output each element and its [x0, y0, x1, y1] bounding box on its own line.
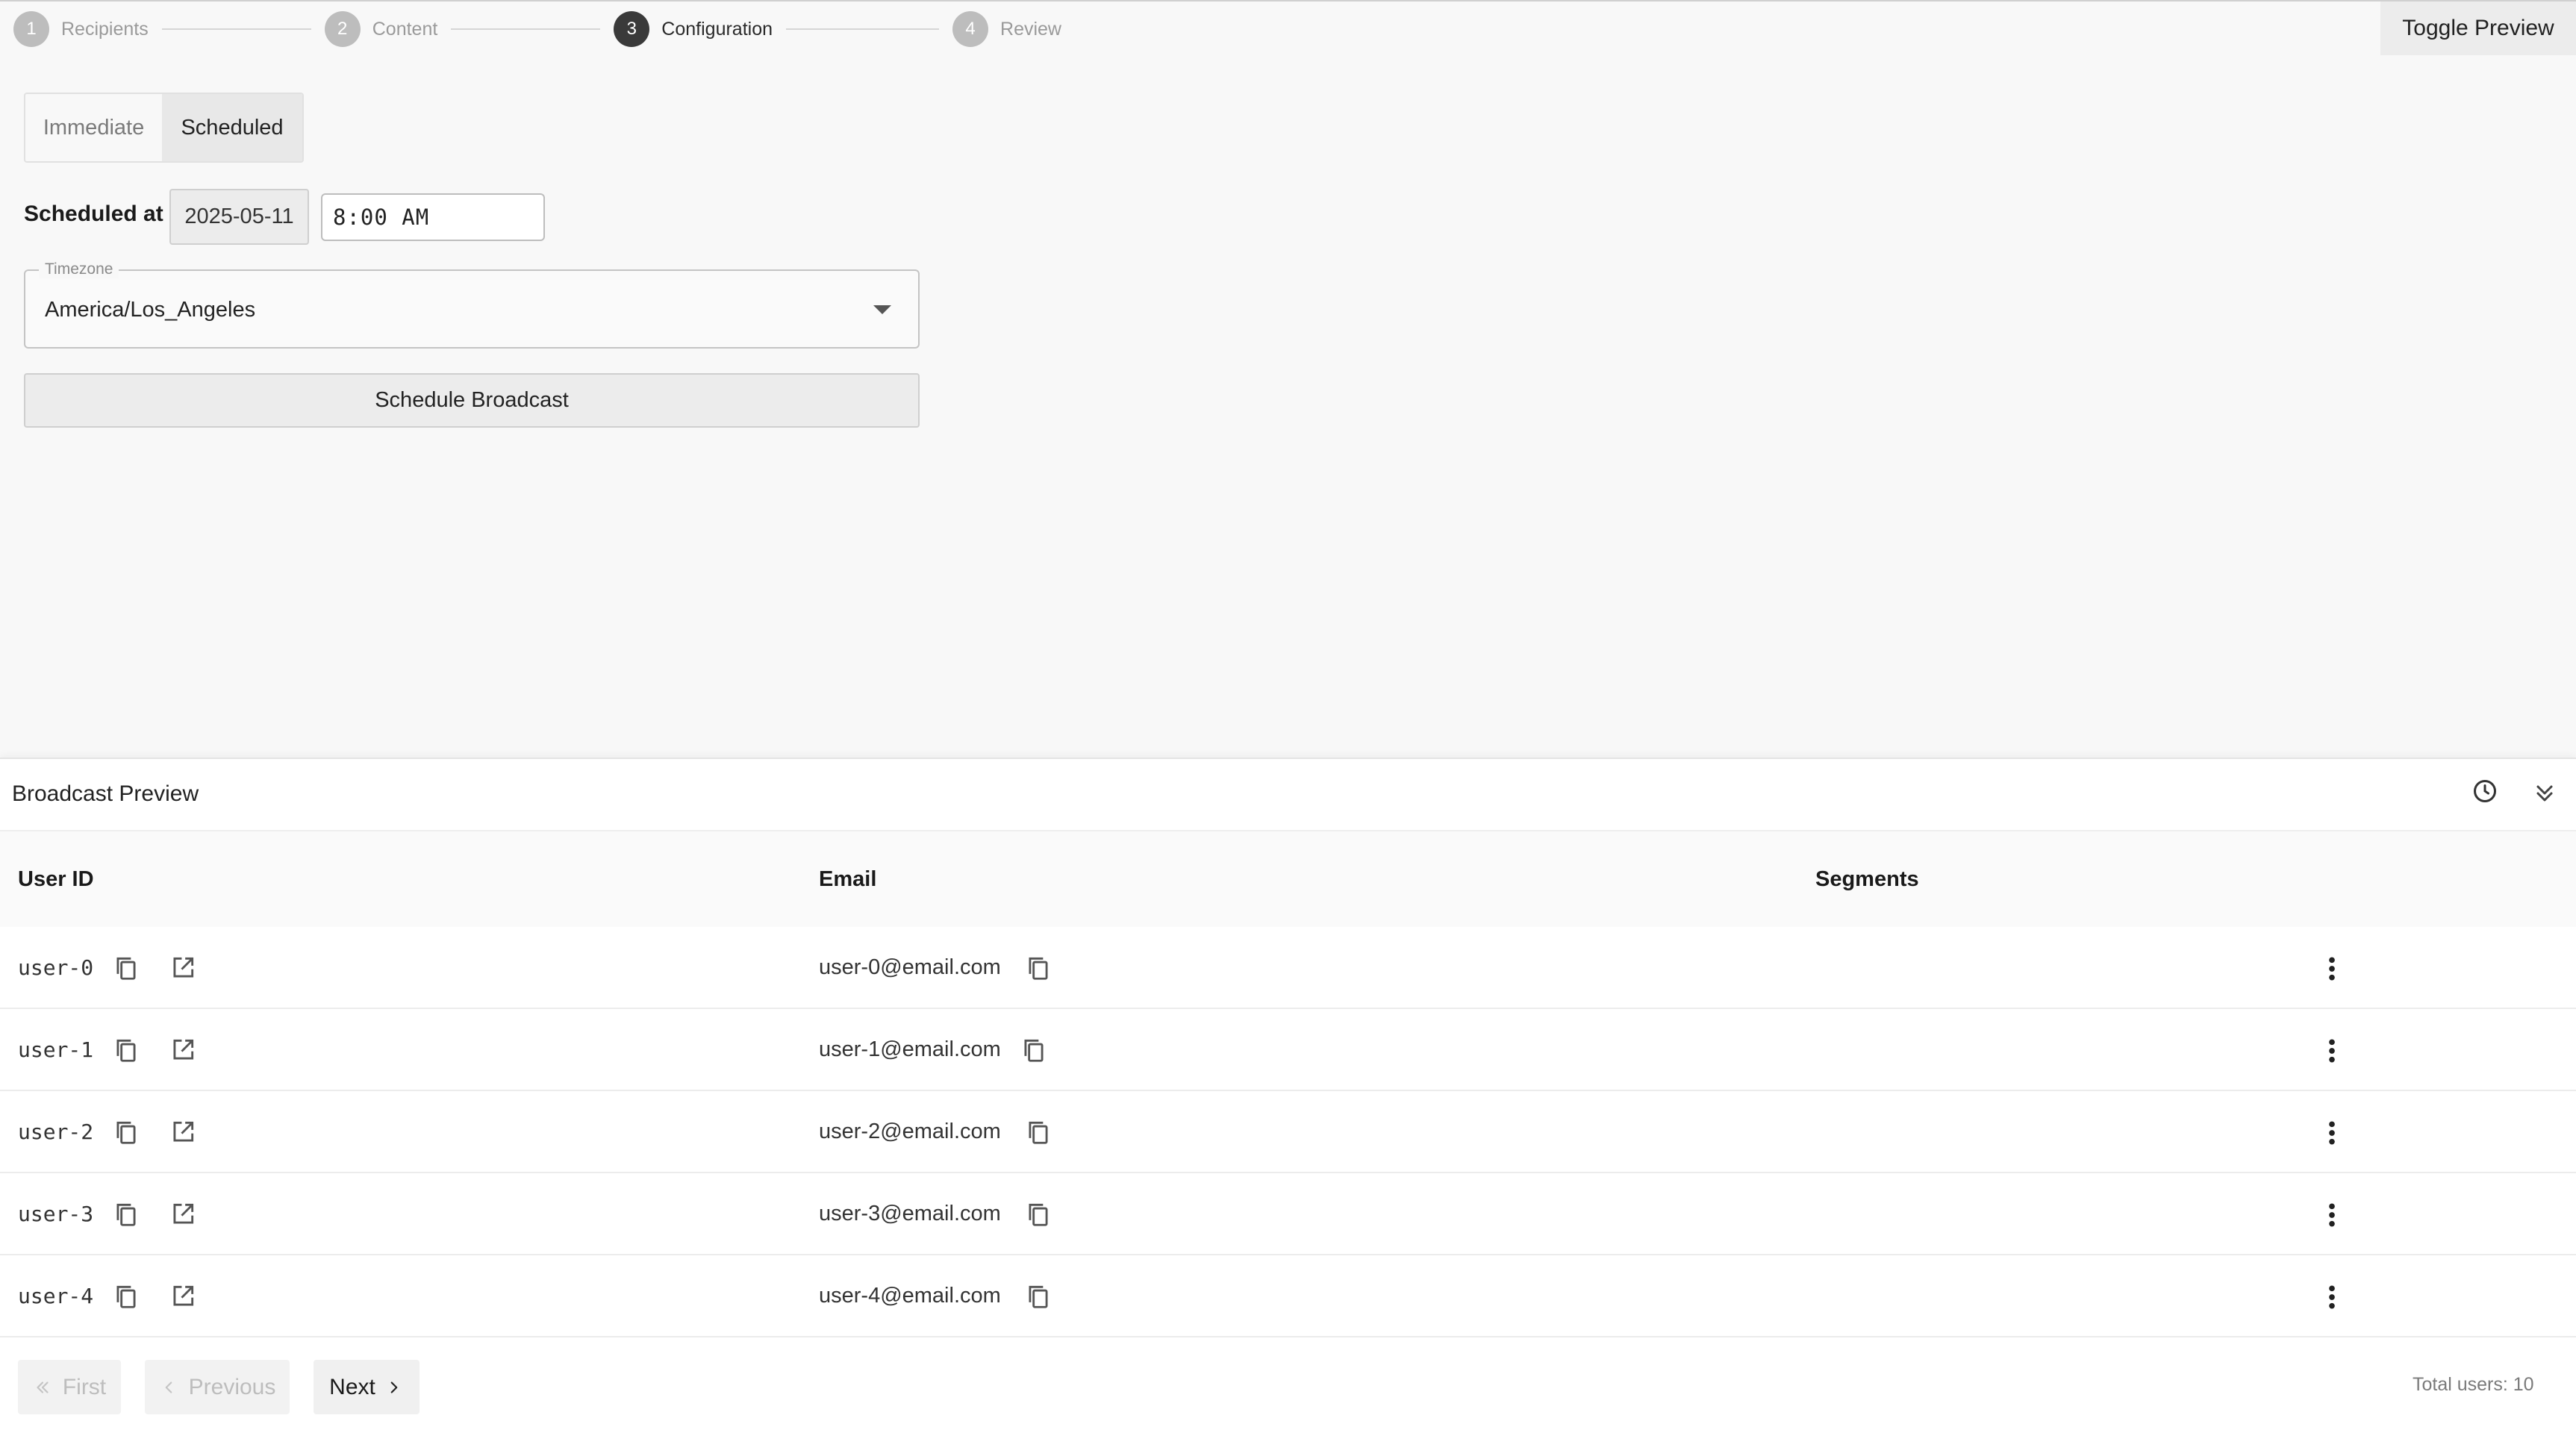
more-vert-icon[interactable]	[2321, 1036, 2342, 1066]
column-header-email[interactable]: Email	[819, 867, 876, 892]
caret-down-icon	[873, 305, 891, 314]
tab-immediate[interactable]: Immediate	[25, 94, 162, 161]
schedule-time-input[interactable]: 8:00 AM	[321, 193, 545, 241]
open-in-new-icon[interactable]	[169, 1036, 197, 1064]
column-header-user-id[interactable]: User ID	[18, 867, 94, 892]
open-in-new-icon[interactable]	[169, 954, 197, 982]
copy-icon[interactable]	[112, 954, 140, 982]
table-header: User ID Email Segments	[0, 830, 2576, 928]
broadcast-config-page: 1 Recipients 2 Content 3 Configuration 4…	[0, 0, 2576, 1430]
chevron-double-down-icon[interactable]	[2531, 780, 2558, 807]
first-page-button[interactable]: First	[18, 1360, 121, 1414]
toggle-preview-button[interactable]: Toggle Preview	[2380, 1, 2576, 55]
scheduled-at-label: Scheduled at	[24, 202, 163, 226]
step-number: 4	[952, 11, 989, 47]
open-in-new-icon[interactable]	[169, 1200, 197, 1228]
open-in-new-icon[interactable]	[169, 1282, 197, 1311]
step-number: 3	[614, 11, 650, 47]
column-header-segments[interactable]: Segments	[1815, 867, 1919, 892]
user-id-cell: user-3	[18, 1202, 94, 1226]
step-configuration[interactable]: 3 Configuration	[614, 11, 773, 47]
email-cell: user-3@email.com	[819, 1202, 1001, 1226]
first-label: First	[62, 1374, 107, 1399]
more-vert-icon[interactable]	[2321, 1200, 2342, 1230]
email-cell: user-4@email.com	[819, 1284, 1001, 1308]
preview-title: Broadcast Preview	[12, 781, 199, 806]
step-label: Configuration	[661, 18, 773, 40]
timezone-value: America/Los_Angeles	[45, 298, 256, 322]
email-cell: user-0@email.com	[819, 955, 1001, 979]
copy-icon[interactable]	[112, 1282, 140, 1311]
top-border	[0, 0, 2576, 1]
previous-label: Previous	[188, 1374, 276, 1399]
user-id-cell: user-1	[18, 1037, 94, 1062]
copy-icon[interactable]	[112, 1118, 140, 1146]
step-review[interactable]: 4 Review	[952, 11, 1061, 47]
step-recipients[interactable]: 1 Recipients	[13, 11, 149, 47]
chevron-left-icon	[165, 1381, 172, 1393]
copy-icon[interactable]	[1024, 1200, 1052, 1228]
step-number: 2	[324, 11, 361, 47]
copy-icon[interactable]	[1024, 954, 1052, 982]
step-label: Recipients	[61, 18, 149, 40]
step-number: 1	[13, 11, 49, 47]
more-vert-icon[interactable]	[2321, 954, 2342, 984]
previous-page-button[interactable]: Previous	[145, 1360, 290, 1414]
user-id-cell: user-0	[18, 955, 94, 980]
history-icon[interactable]	[2471, 778, 2498, 805]
next-label: Next	[329, 1374, 375, 1399]
user-id-cell: user-2	[18, 1120, 94, 1144]
table-row: user-4 user-4@email.com	[0, 1255, 2576, 1337]
table-row: user-2 user-2@email.com	[0, 1091, 2576, 1173]
step-connector	[161, 28, 311, 30]
copy-icon[interactable]	[1020, 1036, 1048, 1064]
stepper: 1 Recipients 2 Content 3 Configuration 4…	[13, 10, 1061, 48]
total-users: Total users: 10	[2413, 1374, 2534, 1395]
more-vert-icon[interactable]	[2321, 1282, 2342, 1312]
step-connector	[786, 28, 940, 30]
chevron-double-left-icon	[37, 1381, 49, 1393]
open-in-new-icon[interactable]	[169, 1118, 197, 1146]
tab-scheduled[interactable]: Scheduled	[162, 94, 302, 161]
more-vert-icon[interactable]	[2321, 1118, 2342, 1148]
table-row: user-3 user-3@email.com	[0, 1173, 2576, 1255]
schedule-date-input[interactable]: 2025-05-11	[169, 189, 309, 245]
copy-icon[interactable]	[112, 1036, 140, 1064]
step-content[interactable]: 2 Content	[324, 11, 438, 47]
table-row: user-0 user-0@email.com	[0, 927, 2576, 1009]
next-page-button[interactable]: Next	[314, 1360, 420, 1414]
user-id-cell: user-4	[18, 1284, 94, 1308]
email-cell: user-2@email.com	[819, 1120, 1001, 1143]
email-cell: user-1@email.com	[819, 1037, 1001, 1061]
chevron-right-icon	[390, 1381, 398, 1393]
send-mode-tabs: Immediate Scheduled	[24, 93, 304, 163]
timezone-legend: Timezone	[39, 260, 119, 278]
table-row: user-1 user-1@email.com	[0, 1009, 2576, 1091]
copy-icon[interactable]	[1024, 1282, 1052, 1311]
step-label: Review	[1000, 18, 1061, 40]
step-connector	[451, 28, 601, 30]
schedule-broadcast-button[interactable]: Schedule Broadcast	[24, 373, 920, 428]
step-label: Content	[372, 18, 438, 40]
timezone-select[interactable]: Timezone America/Los_Angeles	[24, 260, 920, 349]
copy-icon[interactable]	[112, 1200, 140, 1228]
copy-icon[interactable]	[1024, 1118, 1052, 1146]
